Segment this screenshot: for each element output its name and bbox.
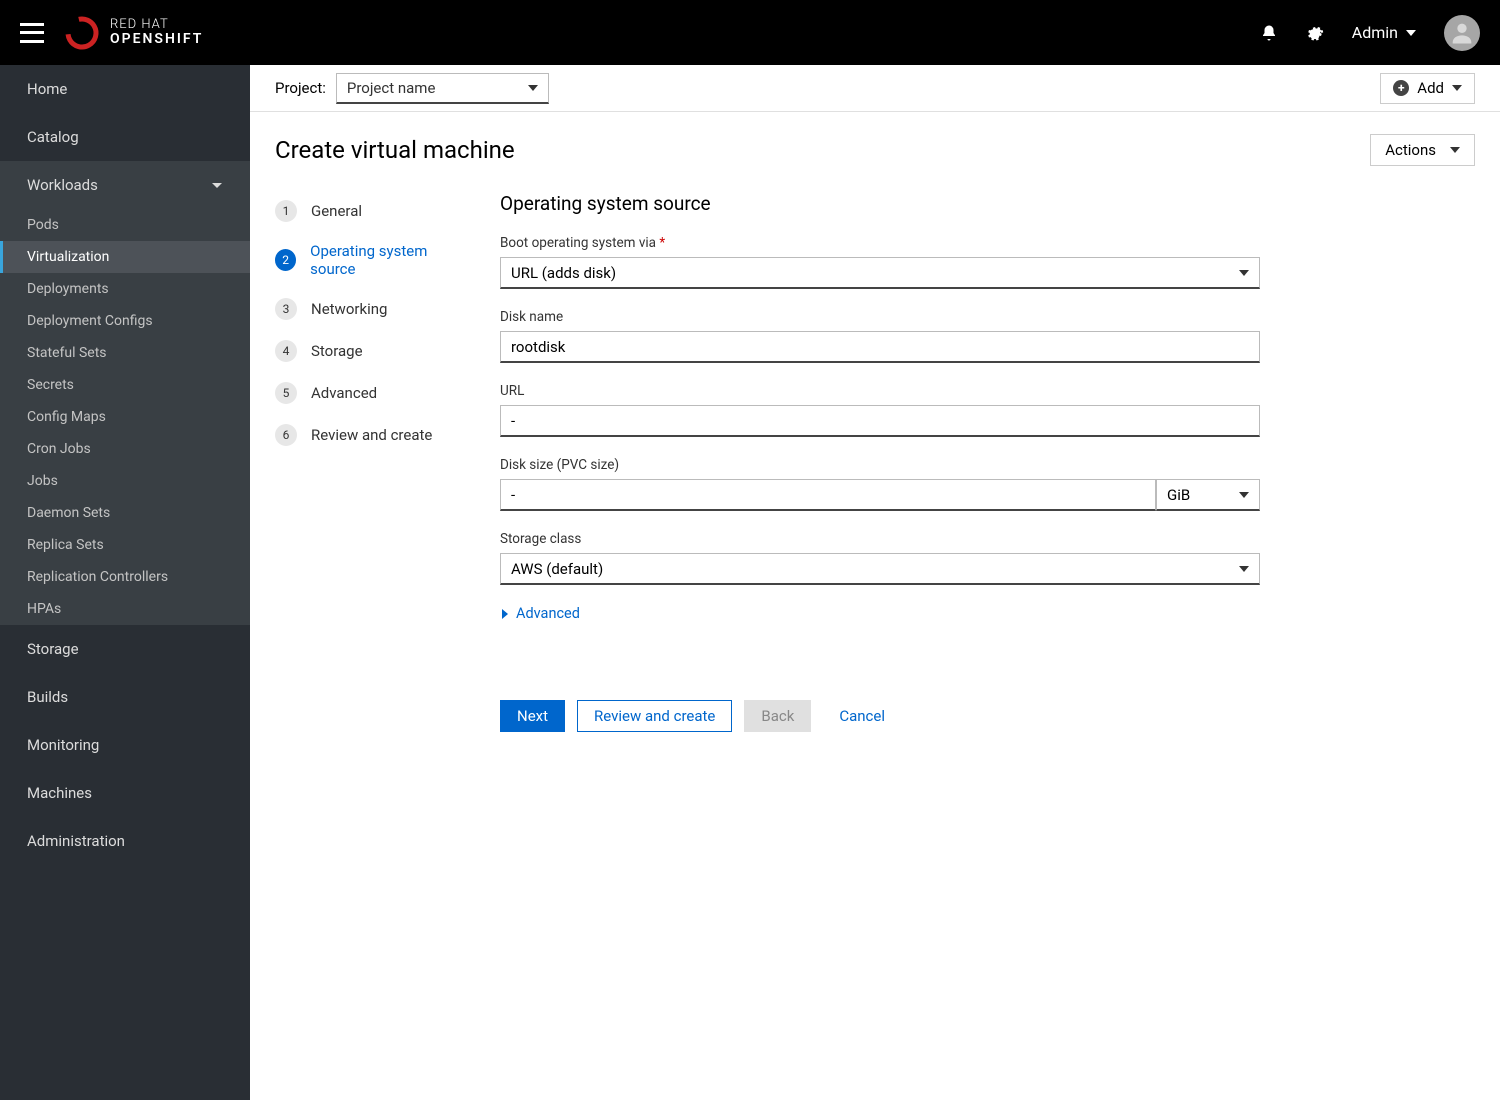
step-storage[interactable]: 4Storage (275, 340, 470, 362)
sidebar-item-administration[interactable]: Administration (0, 817, 250, 865)
caret-down-icon (528, 85, 538, 91)
content: 1General 2Operating system source 3Netwo… (250, 188, 1500, 1100)
boot-via-select[interactable]: URL (adds disk) (500, 257, 1260, 289)
sidebar-item-monitoring[interactable]: Monitoring (0, 721, 250, 769)
project-select-value: Project name (347, 79, 436, 97)
actions-label: Actions (1385, 141, 1436, 159)
project-label: Project: (275, 79, 326, 97)
avatar[interactable] (1444, 15, 1480, 51)
sidebar-item-secrets[interactable]: Secrets (0, 369, 250, 401)
sidebar-item-storage[interactable]: Storage (0, 625, 250, 673)
caret-down-icon (1239, 492, 1249, 498)
page-title: Create virtual machine (275, 136, 515, 164)
main: Project: Project name + Add Create virtu… (250, 65, 1500, 1100)
page-header: Create virtual machine Actions (250, 112, 1500, 188)
user-menu[interactable]: Admin (1352, 23, 1416, 42)
url-input[interactable]: - (500, 405, 1260, 437)
project-select[interactable]: Project name (336, 73, 549, 104)
gear-icon[interactable] (1306, 24, 1324, 42)
chevron-down-icon (211, 179, 223, 191)
disk-name-input[interactable]: rootdisk (500, 331, 1260, 363)
disk-size-unit-select[interactable]: GiB (1156, 479, 1260, 511)
form-heading: Operating system source (500, 192, 1260, 215)
brand-line1: RED HAT (110, 18, 203, 32)
actions-button[interactable]: Actions (1370, 134, 1475, 166)
sidebar-item-config-maps[interactable]: Config Maps (0, 401, 250, 433)
caret-down-icon (1239, 566, 1249, 572)
sidebar-item-catalog[interactable]: Catalog (0, 113, 250, 161)
disk-size-input[interactable]: - (500, 479, 1156, 511)
wizard-steps: 1General 2Operating system source 3Netwo… (275, 188, 470, 1075)
step-review[interactable]: 6Review and create (275, 424, 470, 446)
brand-line2: OPENSHIFT (110, 32, 203, 47)
sidebar-item-pods[interactable]: Pods (0, 209, 250, 241)
sidebar-item-stateful-sets[interactable]: Stateful Sets (0, 337, 250, 369)
disk-size-unit: GiB (1167, 486, 1190, 504)
sidebar-item-replica-sets[interactable]: Replica Sets (0, 529, 250, 561)
sidebar-item-daemon-sets[interactable]: Daemon Sets (0, 497, 250, 529)
plus-circle-icon: + (1393, 80, 1409, 96)
chevron-right-icon (500, 609, 510, 619)
sidebar-item-replication-controllers[interactable]: Replication Controllers (0, 561, 250, 593)
workloads-label: Workloads (27, 176, 98, 194)
bell-icon[interactable] (1260, 24, 1278, 42)
sidebar-item-home[interactable]: Home (0, 65, 250, 113)
review-button[interactable]: Review and create (577, 700, 732, 732)
sidebar-item-builds[interactable]: Builds (0, 673, 250, 721)
caret-down-icon (1450, 147, 1460, 153)
add-label: Add (1417, 79, 1444, 97)
caret-down-icon (1452, 85, 1462, 91)
storage-class-select[interactable]: AWS (default) (500, 553, 1260, 585)
sidebar-item-deployment-configs[interactable]: Deployment Configs (0, 305, 250, 337)
advanced-label: Advanced (516, 605, 580, 622)
add-button[interactable]: + Add (1380, 73, 1475, 104)
cancel-button[interactable]: Cancel (823, 700, 901, 732)
step-os-source[interactable]: 2Operating system source (275, 242, 470, 278)
sidebar-item-machines[interactable]: Machines (0, 769, 250, 817)
step-networking[interactable]: 3Networking (275, 298, 470, 320)
header-right: Admin (1260, 15, 1480, 51)
openshift-logo-icon (64, 15, 100, 51)
menu-toggle-icon[interactable] (20, 23, 44, 43)
sidebar-item-virtualization[interactable]: Virtualization (0, 241, 250, 273)
back-button: Back (744, 700, 811, 732)
disk-size-label: Disk size (PVC size) (500, 457, 1260, 473)
sidebar-item-cron-jobs[interactable]: Cron Jobs (0, 433, 250, 465)
caret-down-icon (1239, 270, 1249, 276)
chevron-down-icon (1406, 30, 1416, 36)
brand-text: RED HAT OPENSHIFT (110, 18, 203, 48)
storage-class-label: Storage class (500, 531, 1260, 547)
top-header: RED HAT OPENSHIFT Admin (0, 0, 1500, 65)
button-row: Next Review and create Back Cancel (500, 700, 1260, 732)
sidebar-section-workloads: Workloads Pods Virtualization Deployment… (0, 161, 250, 625)
user-label: Admin (1352, 23, 1398, 42)
step-general[interactable]: 1General (275, 200, 470, 222)
sidebar-item-jobs[interactable]: Jobs (0, 465, 250, 497)
boot-via-value: URL (adds disk) (511, 264, 616, 282)
header-left: RED HAT OPENSHIFT (20, 15, 203, 51)
step-advanced[interactable]: 5Advanced (275, 382, 470, 404)
storage-class-value: AWS (default) (511, 560, 603, 578)
sidebar-item-hpas[interactable]: HPAs (0, 593, 250, 625)
disk-name-label: Disk name (500, 309, 1260, 325)
sidebar-item-deployments[interactable]: Deployments (0, 273, 250, 305)
next-button[interactable]: Next (500, 700, 565, 732)
sidebar: Home Catalog Workloads Pods Virtualizati… (0, 65, 250, 1100)
brand: RED HAT OPENSHIFT (64, 15, 203, 51)
form: Operating system source Boot operating s… (500, 188, 1260, 1075)
advanced-toggle[interactable]: Advanced (500, 605, 1260, 622)
toolbar: Project: Project name + Add (250, 65, 1500, 112)
url-label: URL (500, 383, 1260, 399)
person-icon (1448, 19, 1476, 47)
boot-via-label: Boot operating system via * (500, 235, 1260, 251)
sidebar-item-workloads[interactable]: Workloads (0, 161, 250, 209)
